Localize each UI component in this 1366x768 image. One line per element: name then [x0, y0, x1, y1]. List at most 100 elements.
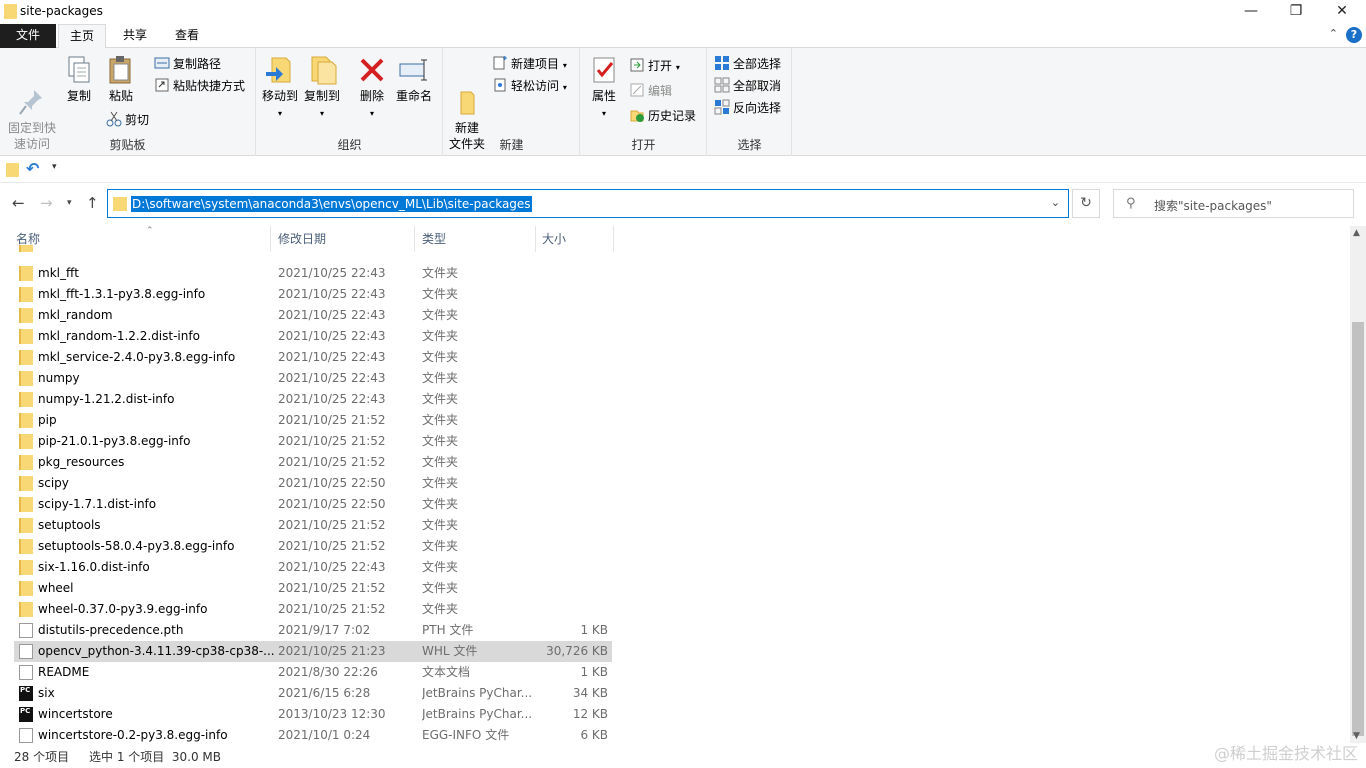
tab-view[interactable]: 查看: [164, 24, 210, 48]
file-date: 2021/10/1 0:24: [278, 728, 371, 742]
list-item[interactable]: README 2021/8/30 22:26 文本文档 1 KB: [14, 662, 612, 683]
list-item[interactable]: mkl_random 2021/10/25 22:43 文件夹: [14, 305, 612, 326]
tab-share[interactable]: 共享: [112, 24, 158, 48]
properties-button[interactable]: 属性 ▾: [587, 54, 621, 122]
list-item[interactable]: setuptools 2021/10/25 21:52 文件夹: [14, 515, 612, 536]
cut-button[interactable]: 剪切: [106, 110, 149, 130]
list-item[interactable]: mkl_fft 2021/10/25 22:43 文件夹: [14, 263, 612, 284]
list-item[interactable]: mkl_random-1.2.2.dist-info 2021/10/25 22:…: [14, 326, 612, 347]
list-item[interactable]: distutils-precedence.pth 2021/9/17 7:02 PT…: [14, 620, 612, 641]
refresh-button[interactable]: ↻: [1072, 189, 1100, 218]
list-item[interactable]: pkg_resources 2021/10/25 21:52 文件夹: [14, 452, 612, 473]
file-type: 文件夹: [422, 266, 459, 280]
copy-path-button[interactable]: 复制路径: [154, 54, 221, 74]
file-type: 文件夹: [422, 581, 459, 595]
window-title: site-packages: [20, 4, 103, 18]
rename-icon: [398, 54, 430, 86]
file-date: 2021/10/25 21:52: [278, 602, 386, 616]
scroll-up-icon[interactable]: ▲: [1353, 228, 1360, 238]
list-item[interactable]: setuptools-58.0.4-py3.8.egg-info 2021/10/…: [14, 536, 612, 557]
new-item-button[interactable]: 新建项目 ▾: [492, 54, 567, 74]
move-to-button[interactable]: 移动到 ▾: [261, 54, 299, 122]
file-date: 2021/10/25 21:52: [278, 434, 386, 448]
list-item[interactable]: wincertstore-0.2-py3.8.egg-info 2021/10/1…: [14, 725, 612, 743]
list-item[interactable]: numpy 2021/10/25 22:43 文件夹: [14, 368, 612, 389]
close-button[interactable]: ✕: [1319, 0, 1365, 24]
up-arrow-icon[interactable]: ↑: [86, 194, 99, 212]
file-icon: [19, 728, 33, 743]
copy-to-button[interactable]: 复制到 ▾: [303, 54, 341, 122]
list-item[interactable]: pip 2021/10/25 21:52 文件夹: [14, 410, 612, 431]
file-size: 12 KB: [572, 707, 608, 721]
maximize-button[interactable]: ❐: [1273, 0, 1319, 24]
list-item[interactable]: pip-21.0.1-py3.8.egg-info 2021/10/25 21:5…: [14, 431, 612, 452]
group-label: 组织: [337, 138, 362, 152]
list-item[interactable]: wheel 2021/10/25 21:52 文件夹: [14, 578, 612, 599]
easy-access-button[interactable]: 轻松访问 ▾: [492, 76, 567, 96]
paste-button[interactable]: 粘贴: [104, 54, 138, 104]
file-type: PTH 文件: [422, 623, 474, 637]
scrollbar-thumb[interactable]: [1352, 322, 1364, 736]
status-bar: 28 个项目 选中 1 个项目 30.0 MB: [0, 743, 1366, 768]
list-item-partial: [14, 245, 612, 253]
new-item-icon: [492, 55, 508, 71]
list-item[interactable]: scipy 2021/10/25 22:50 文件夹: [14, 473, 612, 494]
copy-to-icon: [306, 54, 338, 86]
list-item[interactable]: mkl_fft-1.3.1-py3.8.egg-info 2021/10/25 2…: [14, 284, 612, 305]
file-name: six: [38, 686, 55, 700]
collapse-ribbon-icon[interactable]: ⌃: [1329, 27, 1338, 40]
list-item[interactable]: wheel-0.37.0-py3.9.egg-info 2021/10/25 21…: [14, 599, 612, 620]
select-none-button[interactable]: 全部取消: [714, 76, 781, 96]
file-icon: [19, 665, 33, 680]
folder-icon: [19, 371, 33, 386]
history-button[interactable]: 历史记录: [629, 106, 696, 126]
paste-shortcut-button[interactable]: 粘贴快捷方式: [154, 76, 245, 96]
invert-selection-button[interactable]: 反向选择: [714, 98, 781, 118]
list-item[interactable]: PC six 2021/6/15 6:28 JetBrains PyChar... 34…: [14, 683, 612, 704]
list-item[interactable]: six-1.16.0.dist-info 2021/10/25 22:43 文件夹: [14, 557, 612, 578]
edit-button[interactable]: 编辑: [629, 81, 672, 101]
list-item[interactable]: mkl_service-2.4.0-py3.8.egg-info 2021/10/…: [14, 347, 612, 368]
file-size: 1 KB: [580, 623, 608, 637]
recent-locations-icon[interactable]: ▾: [67, 198, 72, 208]
easy-access-icon: [492, 77, 508, 93]
quick-access-toolbar: ↶ ▾: [0, 157, 1366, 183]
tab-home[interactable]: 主页: [58, 24, 106, 49]
customize-qat-icon[interactable]: ▾: [52, 162, 57, 172]
file-name: mkl_random-1.2.2.dist-info: [38, 329, 200, 343]
list-item[interactable]: PC wincertstore 2013/10/23 12:30 JetBrains …: [14, 704, 612, 725]
address-dropdown-icon[interactable]: ⌄: [1051, 196, 1060, 209]
tab-file[interactable]: 文件: [0, 24, 56, 48]
open-button[interactable]: 打开 ▾: [629, 56, 680, 76]
undo-icon[interactable]: ↶: [26, 159, 39, 178]
file-type: 文件夹: [422, 539, 459, 553]
file-type: 文本文档: [422, 665, 471, 679]
vertical-scrollbar[interactable]: ▲ ▼: [1350, 226, 1366, 743]
help-icon[interactable]: ?: [1346, 27, 1362, 43]
file-date: 2021/10/25 22:43: [278, 371, 386, 385]
file-type: 文件夹: [422, 518, 459, 532]
list-item[interactable]: numpy-1.21.2.dist-info 2021/10/25 22:43 文件…: [14, 389, 612, 410]
file-name: pkg_resources: [38, 455, 125, 469]
folder-icon: [19, 308, 33, 323]
file-type: WHL 文件: [422, 644, 478, 658]
search-input[interactable]: ⚲ 搜索"site-packages": [1113, 189, 1354, 218]
address-bar[interactable]: D:\software\system\anaconda3\envs\opencv…: [107, 189, 1069, 218]
list-item[interactable]: scipy-1.7.1.dist-info 2021/10/25 22:50 文件夹: [14, 494, 612, 515]
minimize-button[interactable]: —: [1228, 0, 1274, 24]
folder-icon: [19, 518, 33, 533]
forward-arrow-icon[interactable]: →: [40, 194, 53, 212]
rename-button[interactable]: 重命名: [393, 54, 435, 104]
file-name: setuptools: [38, 518, 101, 532]
address-path[interactable]: D:\software\system\anaconda3\envs\opencv…: [131, 196, 532, 212]
delete-button[interactable]: 删除 ▾: [355, 54, 389, 122]
select-all-button[interactable]: 全部选择: [714, 54, 781, 74]
list-item[interactable]: opencv_python-3.4.11.39-cp38-cp38-... 202…: [14, 641, 612, 662]
file-date: 2021/10/25 21:52: [278, 413, 386, 427]
title-bar: site-packages — ❐ ✕: [0, 0, 1366, 24]
copy-button[interactable]: 复制: [62, 54, 96, 104]
back-arrow-icon[interactable]: ←: [12, 194, 25, 212]
file-date: 2021/8/30 22:26: [278, 665, 378, 679]
file-date: 2021/10/25 21:23: [278, 644, 386, 658]
file-name: wincertstore-0.2-py3.8.egg-info: [38, 728, 228, 742]
